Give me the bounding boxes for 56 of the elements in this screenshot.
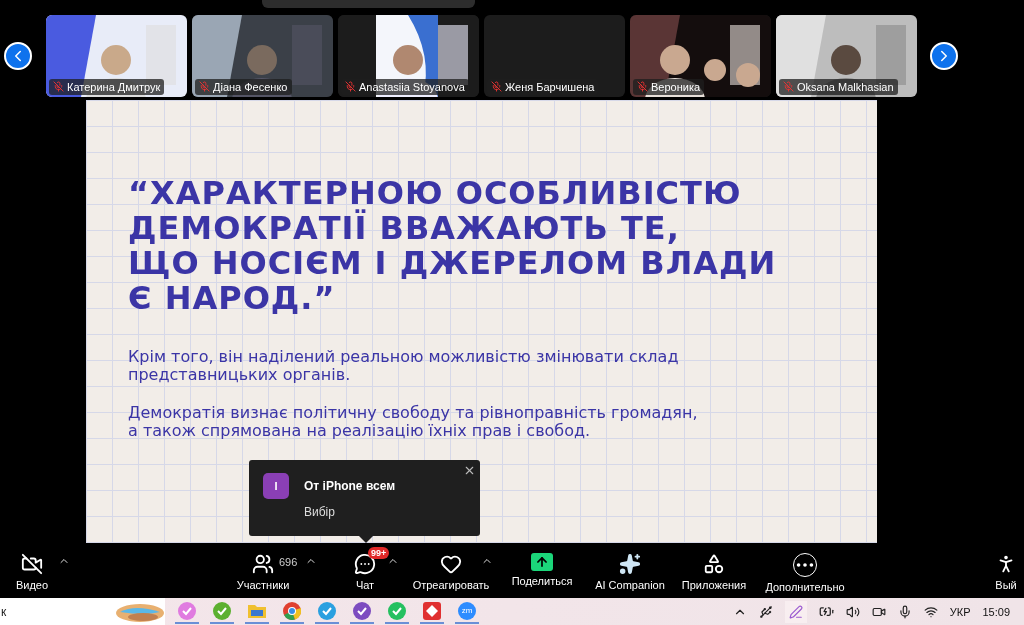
microphone-icon[interactable] [897,604,912,619]
toolbar-button[interactable]: Дополнительно [758,547,852,594]
app-icon [213,601,231,620]
participant-name: Діана Фесенко [213,80,288,93]
share-icon [531,553,553,572]
battery-icon[interactable] [818,604,834,619]
app-icon [353,601,371,620]
pen-icon[interactable] [784,600,807,623]
taskbar-app[interactable] [175,599,199,624]
toolbar-button[interactable]: 99+ Чат [330,547,400,592]
taskbar-app[interactable] [420,599,444,624]
slide-paragraph: Демократія визнає політичну свободу та рівноправність громадян, а також спрямована на реалізацію їхніх прав і свобод. [128,403,698,440]
sender-avatar: I [263,472,289,499]
search-field[interactable]: к [0,598,165,625]
speaker-icon[interactable] [845,604,860,619]
slide-title: ДЕМОКРАТІЇ ВВАЖАЮТЬ ТЕ, [128,210,681,246]
slide-paragraph: Крім того, він наділений реальною можливістю змінювати склад представницьких органів. [128,347,680,384]
app-icon [388,601,406,620]
participant-count: 696 [279,556,298,569]
usb-icon[interactable] [758,604,773,619]
clock[interactable]: 15:09 [982,605,1010,618]
unread-badge: 99+ [368,547,390,560]
notification-title: От iPhone всем [304,478,396,493]
taskbar-app[interactable] [350,599,374,624]
next-page-button[interactable] [930,41,958,70]
participant-name: Женя Барчишена [505,80,595,93]
sparkle-icon [619,553,641,576]
slide-title: Є НАРОД.” [128,280,337,316]
app-icon [318,601,336,620]
notification-message: Вибір [304,504,336,519]
toolbar-button[interactable]: Приложения [675,547,753,592]
taskbar-app[interactable] [385,599,409,624]
heart-icon [440,553,462,576]
slide-title: ЩО НОСІЄМ І ДЖЕРЕЛОМ ВЛАДИ [128,245,778,281]
toolbar-button[interactable]: Отреагировать [405,547,497,592]
app-icon [178,601,196,620]
folder-icon [248,603,266,618]
previous-page-button[interactable] [4,41,32,70]
people-icon [252,553,274,576]
participant-name: Катерина Дмитрук [67,80,161,93]
taskbar-app[interactable] [315,599,339,624]
toolbar-button[interactable]: Вый [988,547,1024,592]
toolbar-button[interactable]: Поделиться [500,547,584,588]
wifi-icon[interactable] [923,604,938,619]
taskbar-app[interactable] [280,599,304,624]
participant-name: Anastasiia Stoyanova [359,80,465,93]
toolbar-button[interactable]: Видео [0,547,64,592]
taskbar-app[interactable] [210,599,234,624]
apps-icon [703,553,725,576]
language-indicator[interactable]: УКР [949,605,971,618]
toolbar-button[interactable]: 696 Участники [203,547,323,592]
participant-name: Oksana Malkhasian [797,80,894,93]
toolbar-button[interactable]: AI Companion [588,547,672,592]
participant-name: Вероника [651,80,701,93]
app-icon [423,601,441,620]
browser-icon [283,601,301,620]
